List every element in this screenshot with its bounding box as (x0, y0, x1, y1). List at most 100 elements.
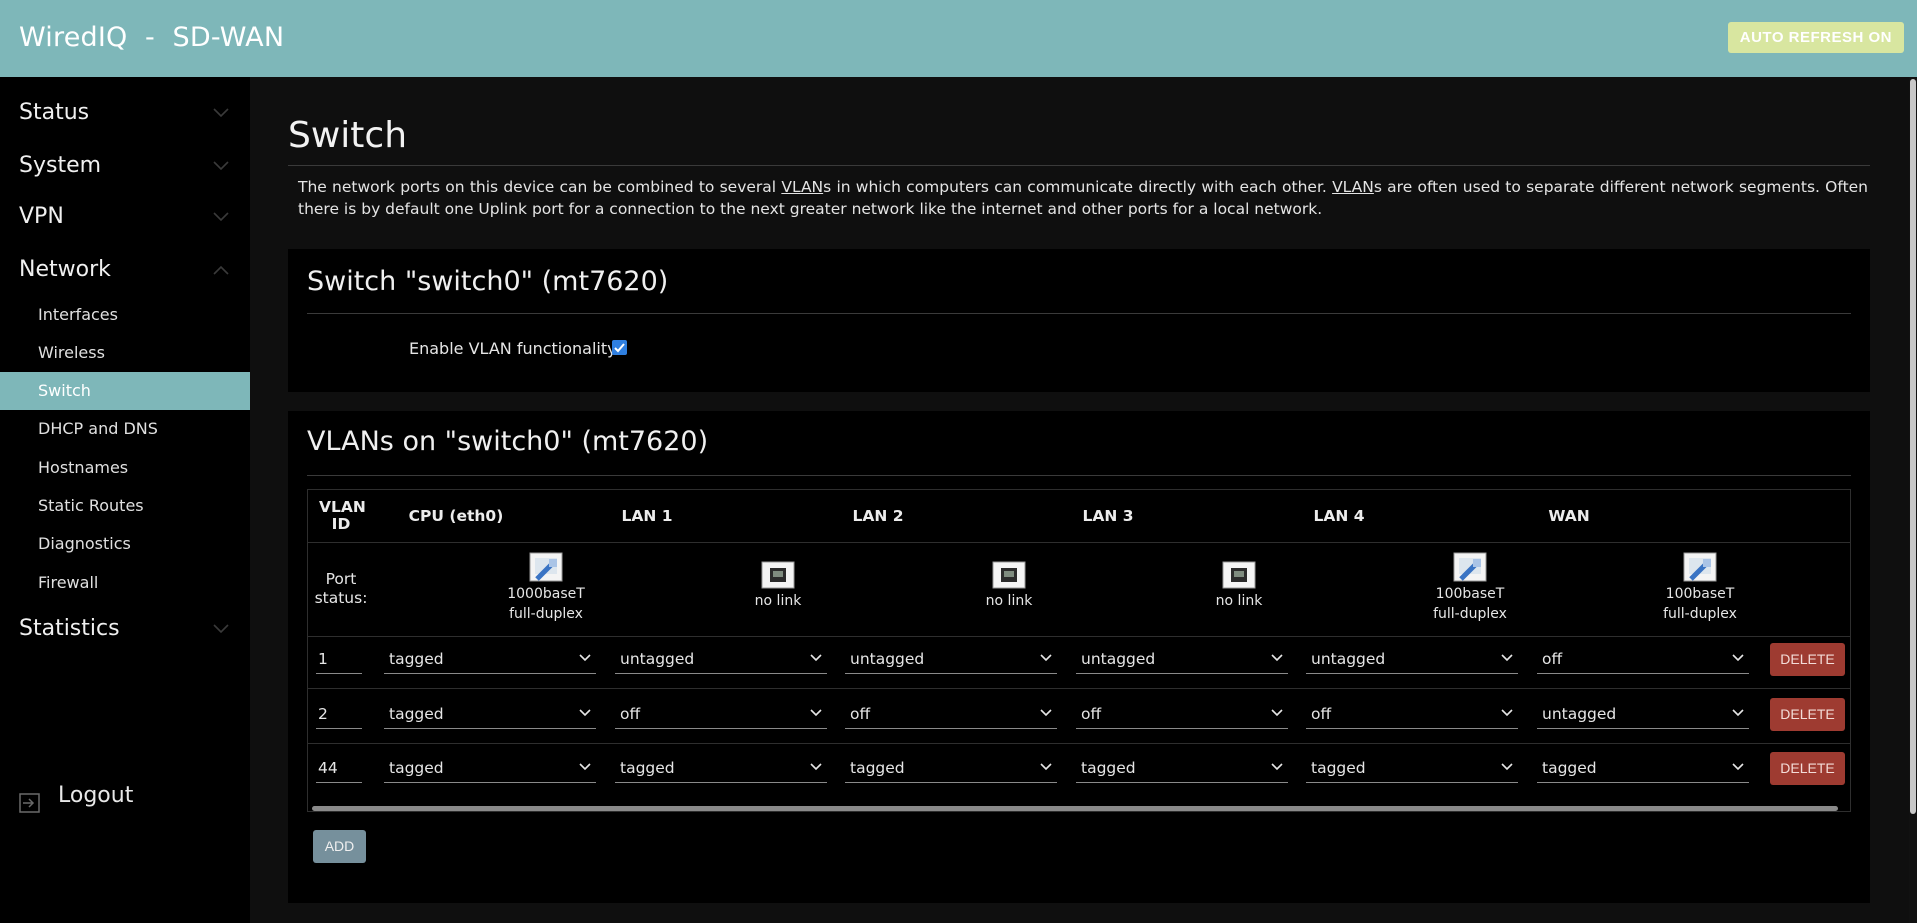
select-value: off (850, 705, 871, 723)
divider (308, 743, 1850, 744)
sidebar-item-static-routes[interactable]: Static Routes (0, 487, 250, 525)
port-speed: 1000baseT (507, 586, 585, 602)
select-value: tagged (620, 759, 675, 777)
port-speed: 100baseT (1435, 586, 1505, 602)
vlan-link[interactable]: VLAN (1332, 178, 1374, 196)
vlan-lan2-select[interactable]: tagged (845, 753, 1057, 783)
vlan-cpu-select[interactable]: tagged (384, 699, 596, 729)
select-value: tagged (389, 705, 444, 723)
vlan-lan1-select[interactable]: tagged (615, 753, 827, 783)
vlan-cpu-select[interactable]: tagged (384, 753, 596, 783)
port-disconnected-icon (992, 561, 1026, 589)
vlan-lan3-select[interactable]: tagged (1076, 753, 1288, 783)
header-wan: WAN (1548, 506, 1590, 525)
brand-title: WiredIQ - SD-WAN (19, 22, 285, 53)
chevron-down-icon (1040, 654, 1052, 662)
add-vlan-button[interactable]: ADD (313, 830, 366, 863)
vlan-id-input[interactable]: 44 (316, 753, 362, 783)
chevron-down-icon (1732, 763, 1744, 771)
vlan-link[interactable]: VLAN (781, 178, 823, 196)
sidebar-item-interfaces[interactable]: Interfaces (0, 296, 250, 334)
select-value: untagged (620, 650, 695, 668)
chevron-down-icon (1040, 763, 1052, 771)
vlan-id-input[interactable]: 2 (316, 699, 362, 729)
scrollbar-thumb[interactable] (1910, 79, 1916, 814)
chevron-down-icon (211, 197, 231, 237)
port-status-lan1: no link (688, 561, 868, 611)
sidebar-item-system[interactable]: System (19, 146, 231, 186)
vlan-lan4-select[interactable]: untagged (1306, 644, 1518, 674)
header-lan4: LAN 4 (1313, 506, 1365, 525)
vlan-functionality-label: Enable VLAN functionality (409, 339, 617, 358)
sidebar-item-status[interactable]: Status (19, 93, 231, 133)
port-connected-icon (1453, 552, 1487, 582)
vlan-wan-select[interactable]: tagged (1537, 753, 1749, 783)
vlan-wan-select[interactable]: untagged (1537, 699, 1749, 729)
logout-label: Logout (58, 783, 134, 808)
chevron-down-icon (1040, 709, 1052, 717)
chevron-down-icon (211, 93, 231, 133)
delete-vlan-button[interactable]: DELETE (1770, 698, 1845, 731)
divider (308, 688, 1850, 689)
select-value: tagged (850, 759, 905, 777)
chevron-down-icon (1732, 709, 1744, 717)
vlan-lan2-select[interactable]: off (845, 699, 1057, 729)
switch-section-title: Switch "switch0" (mt7620) (307, 266, 669, 297)
sidebar-item-label: Status (19, 100, 90, 125)
chevron-down-icon (1271, 654, 1283, 662)
sidebar-item-vpn[interactable]: VPN (19, 197, 231, 237)
vlan-lan2-select[interactable]: untagged (845, 644, 1057, 674)
sidebar-item-switch[interactable]: Switch (0, 372, 250, 410)
divider (307, 313, 1851, 314)
chevron-down-icon (211, 146, 231, 186)
vlan-wan-select[interactable]: off (1537, 644, 1749, 674)
select-value: untagged (850, 650, 925, 668)
chevron-down-icon (579, 654, 591, 662)
chevron-down-icon (211, 609, 231, 649)
port-status-lan3: no link (1149, 561, 1329, 611)
sidebar-item-diagnostics[interactable]: Diagnostics (0, 525, 250, 563)
chevron-down-icon (810, 763, 822, 771)
select-value: tagged (389, 650, 444, 668)
vlan-lan1-select[interactable]: off (615, 699, 827, 729)
sidebar: Status System VPN Network Interfaces Wir… (0, 77, 250, 923)
vlan-lan3-select[interactable]: untagged (1076, 644, 1288, 674)
chevron-down-icon (810, 654, 822, 662)
vlan-lan1-select[interactable]: untagged (615, 644, 827, 674)
auto-refresh-toggle[interactable]: AUTO REFRESH ON (1727, 22, 1904, 53)
horizontal-scrollbar[interactable] (312, 806, 1838, 811)
vlan-table: VLAN ID CPU (eth0) LAN 1 LAN 2 LAN 3 LAN… (307, 489, 1851, 812)
vlan-section-title: VLANs on "switch0" (mt7620) (307, 426, 709, 457)
vlan-lan3-select[interactable]: off (1076, 699, 1288, 729)
vlan-lan4-select[interactable]: tagged (1306, 753, 1518, 783)
vertical-scrollbar[interactable] (1909, 77, 1917, 923)
sidebar-item-network[interactable]: Network (19, 250, 231, 290)
vlan-cpu-select[interactable]: tagged (384, 644, 596, 674)
sidebar-item-wireless[interactable]: Wireless (0, 334, 250, 372)
vlan-lan4-select[interactable]: off (1306, 699, 1518, 729)
logout-button[interactable]: Logout (19, 776, 219, 816)
select-value: tagged (1081, 759, 1136, 777)
vlan-section: VLANs on "switch0" (mt7620) VLAN ID CPU … (288, 411, 1870, 903)
description-text: The network ports on this device can be … (298, 178, 782, 196)
sidebar-item-statistics[interactable]: Statistics (19, 609, 231, 649)
port-duplex: full-duplex (1433, 606, 1507, 622)
sidebar-item-dhcp-and-dns[interactable]: DHCP and DNS (0, 410, 250, 448)
delete-vlan-button[interactable]: DELETE (1770, 752, 1845, 785)
vlan-functionality-checkbox[interactable] (612, 340, 627, 355)
chevron-down-icon (1732, 654, 1744, 662)
chevron-up-icon (211, 250, 231, 290)
select-value: untagged (1081, 650, 1156, 668)
divider (308, 542, 1850, 543)
sidebar-item-label: Statistics (19, 616, 120, 641)
select-value: off (1311, 705, 1332, 723)
divider (308, 636, 1850, 637)
header-lan3: LAN 3 (1082, 506, 1134, 525)
port-speed: no link (1215, 593, 1263, 609)
sidebar-item-hostnames[interactable]: Hostnames (0, 449, 250, 487)
sidebar-item-firewall[interactable]: Firewall (0, 564, 250, 602)
chevron-down-icon (579, 709, 591, 717)
delete-vlan-button[interactable]: DELETE (1770, 643, 1845, 676)
main-content: Switch The network ports on this device … (250, 77, 1917, 923)
vlan-id-input[interactable]: 1 (316, 644, 362, 674)
